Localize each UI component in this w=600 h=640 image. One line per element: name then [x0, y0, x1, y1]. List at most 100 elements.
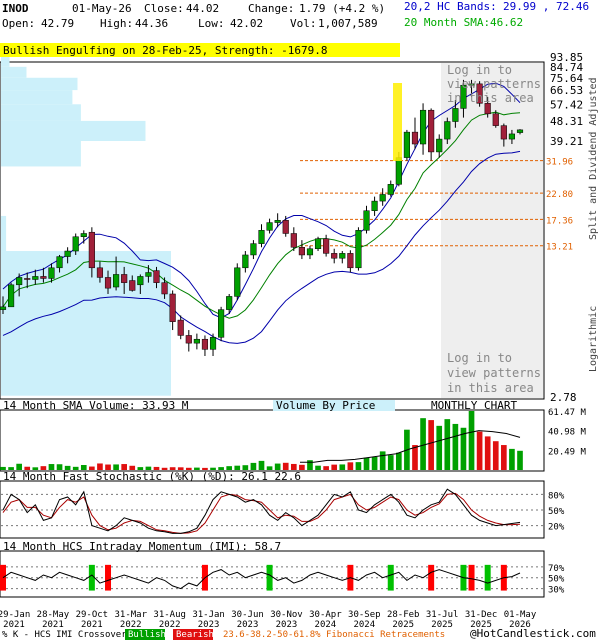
side-label-adjusted: Split and Dividend Adjusted	[588, 77, 599, 240]
x-tick-year: 2023	[198, 620, 220, 630]
volume-bar	[484, 436, 491, 470]
volume-bar	[420, 418, 426, 470]
candle-body	[331, 253, 338, 259]
candle-body	[104, 277, 112, 289]
candle-body	[137, 276, 144, 286]
volume-bar	[355, 462, 362, 470]
candle-body	[209, 337, 217, 350]
login-bottom-line-3[interactable]: in this area	[447, 381, 534, 395]
header-open-label: Open:	[2, 17, 35, 30]
copyright: @HotCandlestick.com	[470, 627, 596, 640]
imi-tick-label: 70%	[548, 564, 565, 574]
x-tick-year: 2024	[353, 620, 375, 630]
candle-body	[395, 157, 402, 185]
candle-body	[387, 184, 394, 195]
volume-bar	[468, 411, 475, 470]
login-top-line-1[interactable]: Log in to	[447, 63, 512, 77]
candle-body	[169, 293, 176, 322]
vbp-bar	[1, 57, 10, 67]
candle-body	[282, 220, 289, 234]
candle-body	[32, 276, 39, 280]
x-tick-date: 31-Aug	[153, 610, 186, 620]
x-tick-date: 31-Dec	[465, 610, 498, 620]
volume-bar	[282, 462, 289, 470]
chart-type-label: MONTHLY CHART	[431, 399, 517, 412]
volume-bars: 61.47 M 40.98 M 20.49 M	[0, 408, 587, 470]
candle-body	[298, 247, 305, 256]
login-top-line-2[interactable]: view patterns	[447, 77, 541, 91]
candle-body	[8, 284, 15, 308]
crossover-mark	[468, 564, 475, 591]
imi-lines: 70%50%30%	[0, 564, 565, 596]
x-tick-date: 31-Jul	[426, 610, 459, 620]
volume-bar	[258, 460, 265, 470]
imi-tick-label: 50%	[548, 575, 565, 585]
volume-bar	[428, 420, 434, 470]
crossover-mark	[105, 564, 112, 591]
header-close-value: 44.02	[186, 2, 219, 15]
candle-body	[266, 222, 273, 231]
candle-body	[64, 250, 71, 257]
x-tick-date: 30-Apr	[309, 610, 342, 620]
volume-bar	[492, 441, 499, 470]
login-top-line-3[interactable]: in this area	[447, 91, 534, 105]
fib-label: 13.21	[546, 243, 573, 253]
header-sma-value: 46.62	[490, 16, 523, 29]
header-vol-value: 1,007,589	[318, 17, 378, 30]
header-high-value: 44.36	[135, 17, 168, 30]
candle-body	[161, 282, 168, 295]
imi-tick-label: 30%	[548, 586, 565, 596]
x-tick-date: 01-May	[504, 610, 537, 620]
login-bottom-line-2[interactable]: view patterns	[447, 366, 541, 380]
volume-bar	[250, 462, 257, 470]
crossover-mark	[387, 564, 394, 591]
candle-body	[129, 280, 136, 291]
candle-body	[56, 256, 63, 269]
header-vol-label: Vol:	[290, 17, 317, 30]
candle-body	[226, 296, 233, 310]
candle-body	[72, 236, 79, 252]
vbp-bar	[1, 215, 7, 252]
candle-body	[314, 238, 322, 249]
login-bottom-line-1[interactable]: Log in to	[447, 351, 512, 365]
pattern-banner-text: Bullish Engulfing on 28-Feb-25, Strength…	[3, 44, 328, 57]
fib-label: 22.80	[546, 190, 573, 200]
header: INOD 01-May-26 Close: 44.02 Change: 1.79…	[2, 0, 589, 30]
price-tick-label: 57.42	[550, 98, 583, 111]
candle-body	[113, 274, 120, 288]
volume-bar	[517, 450, 523, 470]
candle-body	[201, 338, 209, 350]
candle-body	[242, 254, 249, 269]
candle-body	[379, 194, 386, 202]
vbp-bar	[1, 66, 27, 78]
x-tick-date: 30-Sep	[348, 610, 381, 620]
x-tick-year: 2023	[237, 620, 259, 630]
x-tick-year: 2025	[392, 620, 414, 630]
candle-body	[96, 267, 104, 278]
candle-body	[218, 309, 225, 338]
pattern-highlight	[393, 83, 402, 161]
candle-body	[339, 253, 346, 259]
candle-body	[492, 113, 499, 126]
volume-bar	[339, 464, 346, 470]
volume-bar	[323, 466, 329, 470]
volume-panel-label: 14 Month SMA Volume: 33.93 M	[3, 399, 189, 412]
crossover-mark	[484, 564, 491, 591]
price-tick-label: 48.31	[550, 115, 583, 128]
volume-bar	[331, 464, 338, 470]
crossover-mark	[266, 564, 273, 591]
candle-body	[185, 335, 192, 344]
header-change-label: Change:	[248, 2, 294, 15]
header-low-value: 42.02	[230, 17, 263, 30]
price-axis-ticks: 93.8584.7475.6466.5357.4248.3139.212.78	[550, 51, 583, 404]
imi-panel-label: 14 Month HCS Intraday Momentum (IMI): 58…	[3, 540, 281, 553]
stoch-tick-label: 20%	[548, 523, 565, 533]
stochastic-lines: 80% 50% 20%	[1, 488, 565, 534]
stoch-tick-label: 50%	[548, 507, 565, 517]
volume-bar	[412, 445, 418, 470]
vbp-bar	[1, 104, 81, 121]
fib-legend: 23.6-38.2-50-61.8% Fibonacci Retracement…	[223, 630, 445, 640]
candle-body	[516, 129, 524, 133]
candle-body	[16, 277, 23, 286]
stoch-k-line	[2, 488, 521, 534]
